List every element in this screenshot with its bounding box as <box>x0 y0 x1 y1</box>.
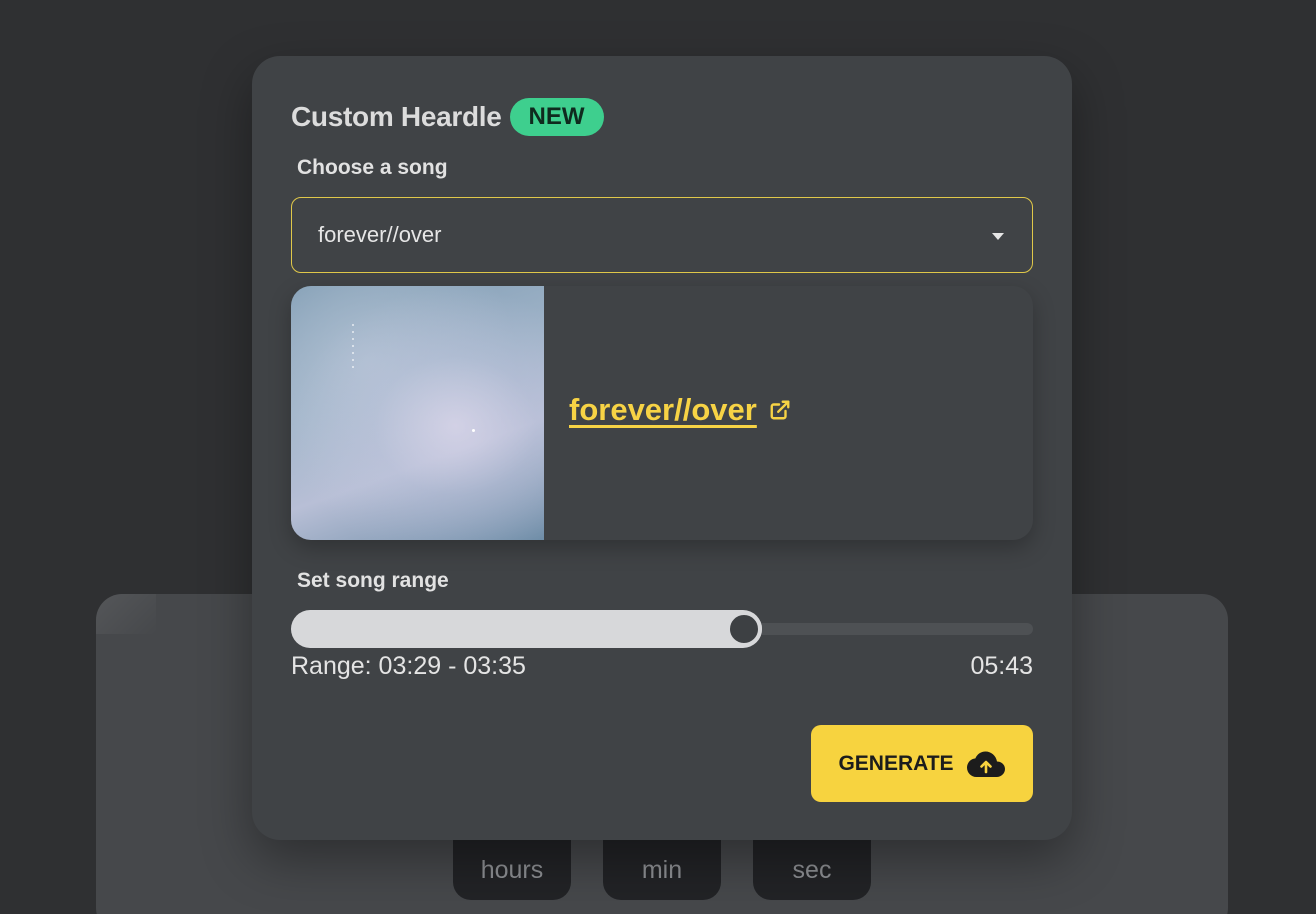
total-duration: 05:43 <box>970 652 1033 680</box>
set-range-label: Set song range <box>297 569 449 592</box>
album-art <box>291 286 544 540</box>
song-title-link[interactable]: forever//over <box>569 392 791 428</box>
song-title: forever//over <box>569 392 757 427</box>
song-select-value: forever//over <box>318 222 442 247</box>
countdown-seconds: sec <box>753 840 871 900</box>
new-badge: NEW <box>509 98 604 136</box>
card-shine <box>96 594 156 634</box>
song-card: forever//over <box>291 286 1033 540</box>
range-text: Range: 03:29 - 03:35 <box>291 652 526 680</box>
slider-thumb[interactable] <box>726 611 762 647</box>
range-slider[interactable] <box>291 610 1033 648</box>
generate-label: GENERATE <box>838 751 954 775</box>
generate-button[interactable]: GENERATE <box>811 725 1033 802</box>
choose-song-label: Choose a song <box>297 156 448 179</box>
custom-heardle-modal: Custom Heardle NEW Choose a song forever… <box>252 56 1072 840</box>
album-art-spot <box>472 429 475 432</box>
countdown-hours: hours <box>453 840 571 900</box>
title-row: Custom Heardle NEW <box>291 98 604 136</box>
external-link-icon <box>770 400 790 420</box>
album-art-marks <box>352 324 354 372</box>
cloud-upload-icon <box>966 751 1005 777</box>
countdown-minutes: min <box>603 840 721 900</box>
modal-title: Custom Heardle <box>291 101 502 132</box>
slider-fill <box>291 610 762 648</box>
song-select[interactable]: forever//over <box>291 197 1033 273</box>
caret-down-icon <box>992 233 1004 240</box>
